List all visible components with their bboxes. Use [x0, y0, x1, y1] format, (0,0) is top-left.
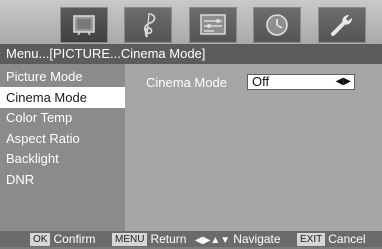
- cinema-mode-selector[interactable]: Off ◀▶: [247, 74, 355, 90]
- sidebar-item-backlight[interactable]: Backlight: [0, 148, 125, 169]
- cinema-mode-value: Off: [252, 74, 270, 89]
- cinema-mode-label: Cinema Mode: [146, 75, 227, 90]
- timer-icon[interactable]: [253, 7, 301, 43]
- ok-key-icon: OK: [30, 233, 51, 246]
- navigate-arrows-icon: ◀▶▲▼: [195, 235, 231, 246]
- cancel-label: Cancel: [328, 232, 366, 246]
- menu-key-icon: MENU: [112, 233, 148, 246]
- help-navigate: ◀▶▲▼ Navigate: [195, 231, 281, 249]
- navigate-label: Navigate: [233, 232, 281, 246]
- tools-icon[interactable]: [318, 7, 366, 43]
- settings-panel: Cinema Mode Off ◀▶: [125, 64, 382, 231]
- tv-osd-frame: Menu...[PICTURE...Cinema Mode] Picture M…: [0, 0, 382, 247]
- sidebar-item-dnr[interactable]: DNR: [0, 169, 125, 190]
- help-return: MENU Return: [112, 231, 186, 247]
- help-confirm: OK Confirm: [30, 231, 95, 247]
- help-cancel: EXIT Cancel: [297, 231, 366, 247]
- sidebar-item-picture-mode[interactable]: Picture Mode: [0, 66, 125, 87]
- left-right-arrow-icon: ◀▶: [335, 76, 351, 87]
- audio-icon[interactable]: [124, 7, 172, 43]
- menu-icon-bar: [0, 0, 382, 44]
- setup-icon[interactable]: [189, 7, 237, 43]
- sidebar-item-cinema-mode[interactable]: Cinema Mode: [0, 87, 125, 108]
- exit-key-icon: EXIT: [297, 233, 326, 246]
- sidebar-item-aspect-ratio[interactable]: Aspect Ratio: [0, 128, 125, 149]
- menu-sidebar: Picture Mode Cinema Mode Color Temp Aspe…: [0, 64, 125, 231]
- help-bar: OK Confirm MENU Return ◀▶▲▼ Navigate EXIT Ca…: [0, 231, 382, 247]
- return-label: Return: [150, 232, 187, 246]
- confirm-label: Confirm: [53, 232, 96, 246]
- sidebar-item-color-temp[interactable]: Color Temp: [0, 107, 125, 128]
- breadcrumb: Menu...[PICTURE...Cinema Mode]: [0, 44, 382, 64]
- picture-icon[interactable]: [60, 7, 108, 43]
